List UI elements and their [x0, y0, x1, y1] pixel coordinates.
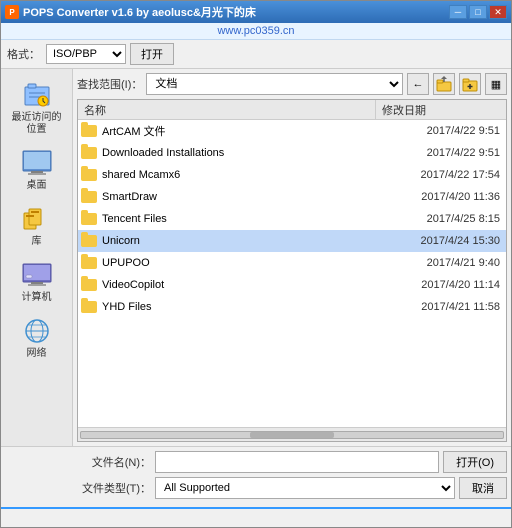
filename-row: 文件名(N)： 打开(O) [79, 451, 507, 473]
sidebar-item-recent[interactable]: 最近访问的位置 [3, 75, 71, 141]
table-row[interactable]: VideoCopilot2017/4/20 11:14 [78, 274, 506, 296]
file-name: UPUPOO [102, 257, 374, 269]
sidebar-recent-label: 最近访问的位置 [8, 112, 66, 136]
cancel-button[interactable]: 取消 [459, 477, 507, 499]
file-date: 2017/4/20 11:14 [374, 279, 504, 291]
folder-icon [80, 299, 98, 315]
file-date: 2017/4/22 9:51 [374, 147, 504, 159]
address-label: 查找范围(I)： [77, 76, 142, 92]
filename-label: 文件名(N)： [79, 454, 151, 470]
network-icon [19, 316, 55, 346]
scrollbar[interactable] [78, 427, 506, 441]
nav-new-folder-button[interactable] [459, 73, 481, 95]
file-date: 2017/4/21 11:58 [374, 301, 504, 313]
address-select[interactable]: 文档 [146, 73, 403, 95]
file-date: 2017/4/24 15:30 [374, 235, 504, 247]
file-date: 2017/4/22 17:54 [374, 169, 504, 181]
watermark-bar: www.pc0359.cn [1, 23, 511, 40]
nav-back-button[interactable]: ← [407, 73, 429, 95]
sidebar-item-library[interactable]: 库 [3, 199, 71, 253]
file-name: SmartDraw [102, 191, 374, 203]
file-name: Unicorn [102, 235, 374, 247]
folder-icon [80, 167, 98, 183]
main-content: 最近访问的位置 桌面 [1, 69, 511, 446]
title-buttons: ─ □ ✕ [449, 5, 507, 19]
desktop-icon [19, 148, 55, 178]
filetype-label: 文件类型(T)： [79, 480, 151, 496]
nav-view-button[interactable]: ▦ [485, 73, 507, 95]
table-row[interactable]: Tencent Files2017/4/25 8:15 [78, 208, 506, 230]
table-row[interactable]: Downloaded Installations2017/4/22 9:51 [78, 142, 506, 164]
filetype-select[interactable]: All Supported [155, 477, 455, 499]
folder-icon [80, 123, 98, 139]
file-name: Downloaded Installations [102, 147, 374, 159]
file-date: 2017/4/22 9:51 [374, 125, 504, 137]
nav-folder-up-button[interactable] [433, 73, 455, 95]
table-row[interactable]: shared Mcamx62017/4/22 17:54 [78, 164, 506, 186]
table-row[interactable]: YHD Files2017/4/21 11:58 [78, 296, 506, 318]
file-date: 2017/4/20 11:36 [374, 191, 504, 203]
file-list-container: 名称 修改日期 ArtCAM 文件2017/4/22 9:51Downloade… [77, 99, 507, 442]
sidebar-item-network[interactable]: 网络 [3, 311, 71, 365]
folder-icon [80, 145, 98, 161]
library-icon [19, 204, 55, 234]
toolbar-open-button[interactable]: 打开 [130, 43, 174, 65]
filetype-row: 文件类型(T)： All Supported 取消 [79, 477, 507, 499]
address-bar: 查找范围(I)： 文档 ← [77, 73, 507, 95]
sidebar-computer-label: 计算机 [22, 292, 52, 304]
col-header-date[interactable]: 修改日期 [376, 100, 506, 119]
toolbar: 格式： ISO/PBP 打开 [1, 40, 511, 69]
maximize-button[interactable]: □ [469, 5, 487, 19]
table-row[interactable]: ArtCAM 文件2017/4/22 9:51 [78, 120, 506, 142]
title-bar: P POPS Converter v1.6 by aeolusc&月光下的床 ─… [1, 1, 511, 23]
sidebar: 最近访问的位置 桌面 [1, 69, 73, 446]
close-button[interactable]: ✕ [489, 5, 507, 19]
col-header-name[interactable]: 名称 [78, 100, 376, 119]
file-date: 2017/4/25 8:15 [374, 213, 504, 225]
folder-icon [80, 211, 98, 227]
filename-input[interactable] [155, 451, 439, 473]
window-title: POPS Converter v1.6 by aeolusc&月光下的床 [23, 4, 256, 20]
title-bar-left: P POPS Converter v1.6 by aeolusc&月光下的床 [5, 4, 256, 20]
file-list: ArtCAM 文件2017/4/22 9:51Downloaded Instal… [78, 120, 506, 427]
scroll-thumb [250, 432, 334, 438]
folder-icon [80, 255, 98, 271]
minimize-button[interactable]: ─ [449, 5, 467, 19]
sidebar-item-computer[interactable]: 计算机 [3, 255, 71, 309]
watermark-text: www.pc0359.cn [217, 25, 294, 37]
file-name: shared Mcamx6 [102, 169, 374, 181]
table-row[interactable]: SmartDraw2017/4/20 11:36 [78, 186, 506, 208]
format-select[interactable]: ISO/PBP [46, 44, 126, 64]
app-icon: P [5, 5, 19, 19]
scroll-track[interactable] [80, 431, 504, 439]
file-name: Tencent Files [102, 213, 374, 225]
file-browser: 查找范围(I)： 文档 ← [73, 69, 511, 446]
folder-icon [80, 189, 98, 205]
file-name: ArtCAM 文件 [102, 123, 374, 139]
file-list-header: 名称 修改日期 [78, 100, 506, 120]
sidebar-item-desktop[interactable]: 桌面 [3, 143, 71, 197]
file-date: 2017/4/21 9:40 [374, 257, 504, 269]
status-bar [1, 507, 511, 527]
sidebar-desktop-label: 桌面 [27, 180, 47, 192]
file-name: YHD Files [102, 301, 374, 313]
sidebar-network-label: 网络 [27, 348, 47, 360]
bottom-area: 文件名(N)： 打开(O) 文件类型(T)： All Supported 取消 [1, 446, 511, 507]
sidebar-library-label: 库 [32, 236, 42, 248]
computer-icon [19, 260, 55, 290]
open-action-button[interactable]: 打开(O) [443, 451, 507, 473]
table-row[interactable]: Unicorn2017/4/24 15:30 [78, 230, 506, 252]
file-name: VideoCopilot [102, 279, 374, 291]
folder-icon [80, 277, 98, 293]
table-row[interactable]: UPUPOO2017/4/21 9:40 [78, 252, 506, 274]
main-window: P POPS Converter v1.6 by aeolusc&月光下的床 ─… [0, 0, 512, 528]
format-label: 格式： [7, 46, 40, 62]
recent-icon [19, 80, 55, 110]
folder-icon [80, 233, 98, 249]
